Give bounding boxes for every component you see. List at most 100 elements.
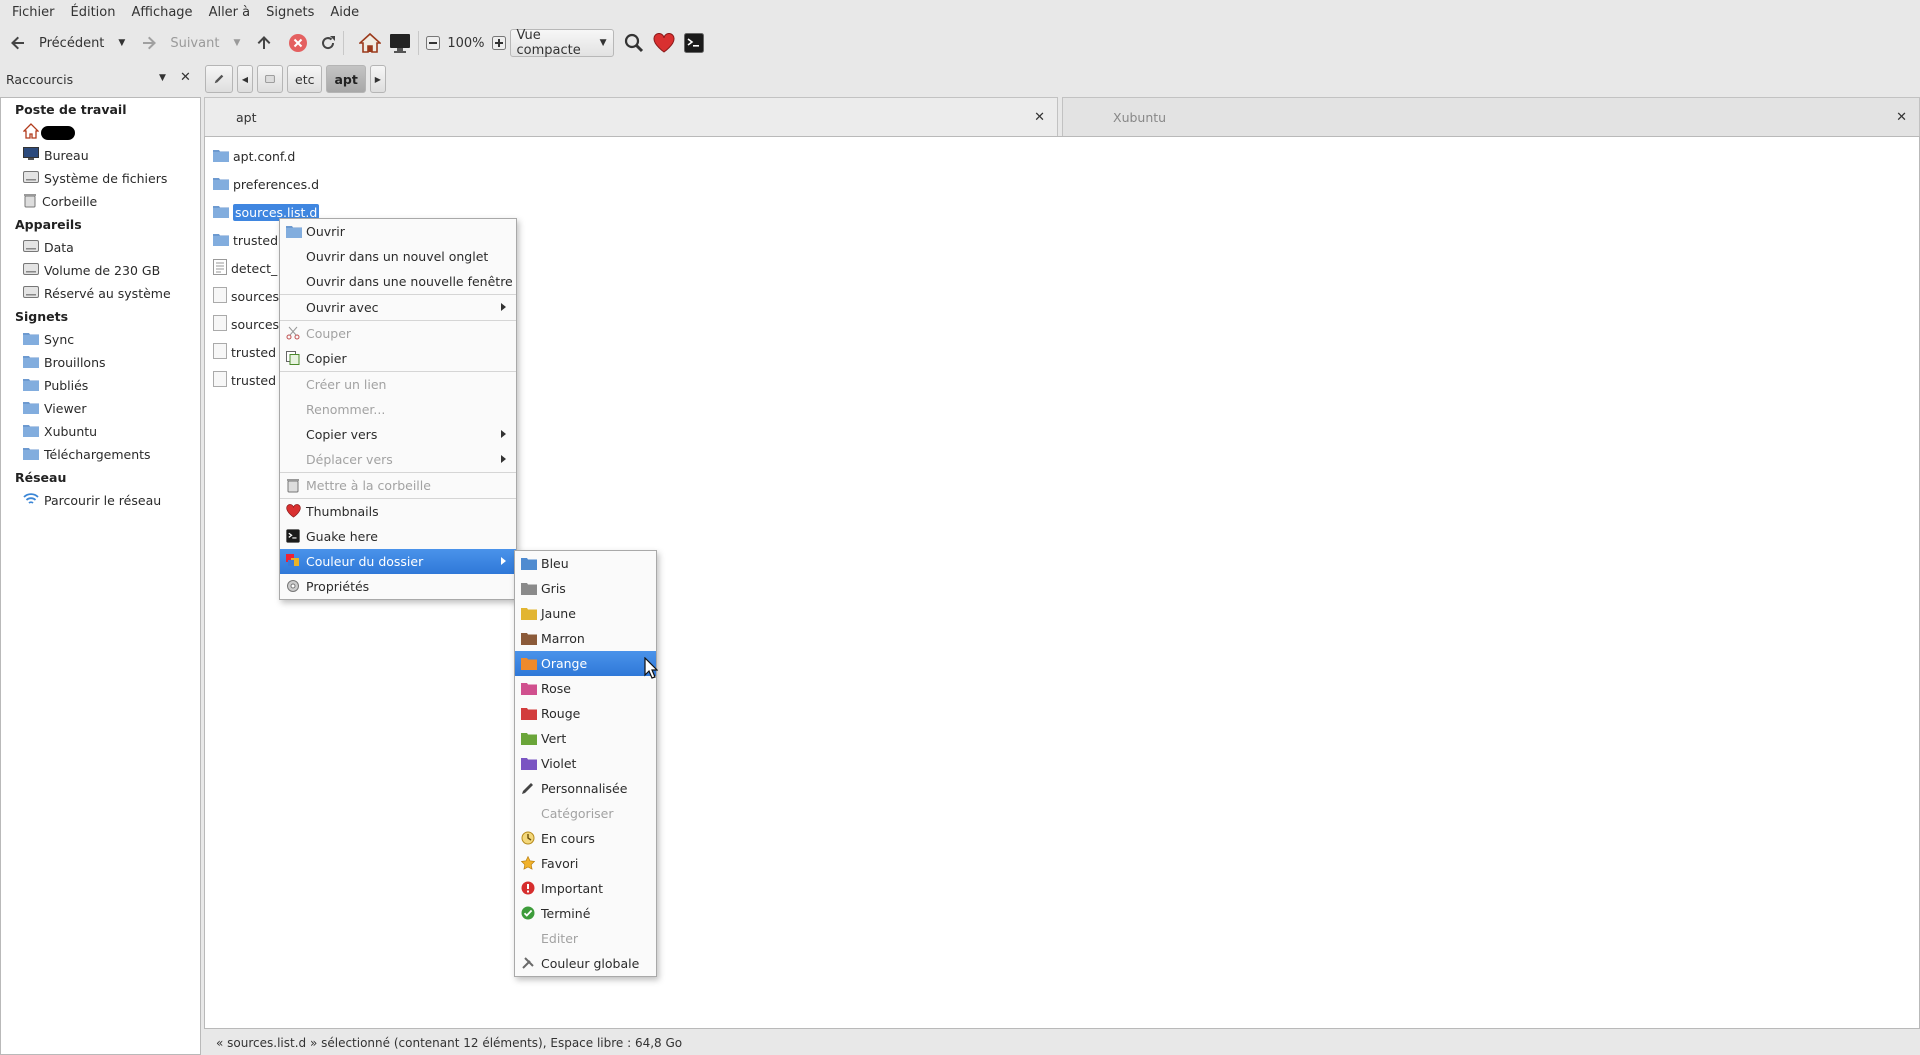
file-item[interactable]: trusted: [213, 369, 276, 391]
forward-button[interactable]: Suivant ▼: [141, 29, 240, 57]
context_menu-item[interactable]: Couleur du dossier: [280, 549, 516, 574]
sidebar-item[interactable]: Parcourir le réseau: [1, 489, 200, 512]
folder-icon: [521, 556, 537, 573]
sidebar-item[interactable]: Xubuntu: [1, 420, 200, 443]
context_menu-item[interactable]: Mettre à la corbeille: [280, 473, 516, 498]
color_submenu-item[interactable]: Editer: [515, 926, 656, 951]
tab-bar: apt ✕ Xubuntu ✕: [204, 97, 1920, 137]
file-item[interactable]: trusted: [213, 341, 276, 363]
sidebar-item[interactable]: Bureau: [1, 144, 200, 167]
color_submenu-item[interactable]: Important: [515, 876, 656, 901]
color_submenu-item[interactable]: Rouge: [515, 701, 656, 726]
path-segment-etc[interactable]: etc: [287, 65, 323, 93]
color_submenu-item[interactable]: Marron: [515, 626, 656, 651]
color_submenu-item[interactable]: Jaune: [515, 601, 656, 626]
file-item[interactable]: sources: [213, 313, 279, 335]
color_submenu-item[interactable]: Orange: [515, 651, 656, 676]
forward-dropdown-icon[interactable]: ▼: [233, 38, 240, 48]
context_menu-item-label: Guake here: [306, 529, 378, 544]
color_submenu-item[interactable]: Violet: [515, 751, 656, 776]
sidebar-item[interactable]: [1, 121, 200, 144]
path-scroll-left-button[interactable]: ◀: [237, 65, 253, 93]
sidebar-close-icon[interactable]: ✕: [180, 70, 191, 85]
back-dropdown-icon[interactable]: ▼: [118, 38, 125, 48]
sidebar-item[interactable]: Sync: [1, 328, 200, 351]
context_menu-item[interactable]: Thumbnails: [280, 499, 516, 524]
menu-4[interactable]: Signets: [258, 5, 322, 20]
menu-5[interactable]: Aide: [322, 5, 367, 20]
color_submenu-item[interactable]: Favori: [515, 851, 656, 876]
context_menu-item[interactable]: Ouvrir avec: [280, 295, 516, 320]
menu-2[interactable]: Affichage: [123, 5, 200, 20]
sidebar-item[interactable]: Data: [1, 236, 200, 259]
path-scroll-right-button[interactable]: ▶: [369, 65, 386, 93]
menu-3[interactable]: Aller à: [201, 5, 259, 20]
file-item[interactable]: sources: [213, 285, 279, 307]
close-icon[interactable]: ✕: [1896, 110, 1907, 125]
color_submenu-item[interactable]: Vert: [515, 726, 656, 751]
close-icon[interactable]: ✕: [1034, 110, 1045, 125]
arrow-left-icon: [11, 36, 24, 50]
reload-button[interactable]: [320, 29, 336, 57]
context_menu-item[interactable]: Couper: [280, 321, 516, 346]
context_menu-item[interactable]: Créer un lien: [280, 372, 516, 397]
tab-apt[interactable]: apt ✕: [204, 97, 1058, 137]
context_menu-item[interactable]: Ouvrir: [280, 219, 516, 244]
color_submenu-item[interactable]: Rose: [515, 676, 656, 701]
context_menu-item[interactable]: Déplacer vers: [280, 447, 516, 472]
stop-button[interactable]: [288, 29, 308, 57]
color_submenu-item[interactable]: Bleu: [515, 551, 656, 576]
color_submenu-item[interactable]: Personnalisée: [515, 776, 656, 801]
sidebar-item[interactable]: Viewer: [1, 397, 200, 420]
context_menu-item[interactable]: Copier: [280, 346, 516, 371]
sidebar-dropdown-icon[interactable]: ▼: [159, 73, 166, 83]
color_submenu-item[interactable]: Gris: [515, 576, 656, 601]
context_menu-item[interactable]: Propriétés: [280, 574, 516, 599]
color_submenu-item[interactable]: Catégoriser: [515, 801, 656, 826]
context_menu-item[interactable]: Ouvrir dans une nouvelle fenêtre: [280, 269, 516, 294]
computer-button[interactable]: [389, 29, 411, 57]
context_menu-item-label: Ouvrir dans une nouvelle fenêtre: [306, 274, 513, 289]
context_menu-item-label: Mettre à la corbeille: [306, 478, 431, 493]
color_submenu-item[interactable]: Terminé: [515, 901, 656, 926]
sidebar-item-label: Système de fichiers: [44, 171, 168, 186]
color_submenu-item[interactable]: En cours: [515, 826, 656, 851]
menu-0[interactable]: Fichier: [4, 5, 63, 20]
file-item[interactable]: trusted: [213, 229, 278, 251]
search-button[interactable]: [624, 29, 644, 57]
context_menu-item[interactable]: Ouvrir dans un nouvel onglet: [280, 244, 516, 269]
chevron-left-icon: ◀: [241, 74, 249, 84]
sidebar-item[interactable]: Téléchargements: [1, 443, 200, 466]
submenu-arrow-icon: [501, 303, 506, 311]
edit-path-button[interactable]: [205, 65, 233, 93]
sidebar-item[interactable]: Réservé au système: [1, 282, 200, 305]
tab-xubuntu[interactable]: Xubuntu ✕: [1062, 97, 1920, 137]
view-mode-select[interactable]: Vue compacte ▼: [509, 28, 614, 58]
zoom-in-button[interactable]: [491, 29, 506, 57]
up-button[interactable]: [256, 29, 272, 57]
thumbnails-button[interactable]: [653, 29, 675, 57]
zoom-out-button[interactable]: [426, 29, 441, 57]
file-item[interactable]: detect_: [213, 257, 277, 279]
file-item[interactable]: preferences.d: [213, 173, 319, 195]
sidebar-item[interactable]: Brouillons: [1, 351, 200, 374]
context_menu-item[interactable]: Copier vers: [280, 422, 516, 447]
context_menu-item[interactable]: Renommer...: [280, 397, 516, 422]
terminal-button[interactable]: [683, 29, 704, 57]
sidebar-item[interactable]: Volume de 230 GB: [1, 259, 200, 282]
sidebar-section-title: Réseau: [15, 470, 67, 485]
path-root-button[interactable]: [257, 65, 283, 93]
menu-1[interactable]: Édition: [63, 5, 124, 20]
sidebar-item[interactable]: Système de fichiers: [1, 167, 200, 190]
home-button[interactable]: [359, 29, 382, 57]
sidebar-item[interactable]: Corbeille: [1, 190, 200, 213]
file-item[interactable]: apt.conf.d: [213, 145, 295, 167]
path-segment-apt[interactable]: apt: [326, 65, 366, 93]
color_submenu-item[interactable]: Couleur globale: [515, 951, 656, 976]
context_menu-item[interactable]: Guake here: [280, 524, 516, 549]
color_submenu-item-label: Rouge: [541, 706, 581, 721]
sidebar-item[interactable]: Publiés: [1, 374, 200, 397]
sidebar-item-label: Viewer: [44, 401, 87, 416]
heart-icon: [653, 33, 675, 53]
back-button[interactable]: Précédent ▼: [10, 29, 125, 57]
